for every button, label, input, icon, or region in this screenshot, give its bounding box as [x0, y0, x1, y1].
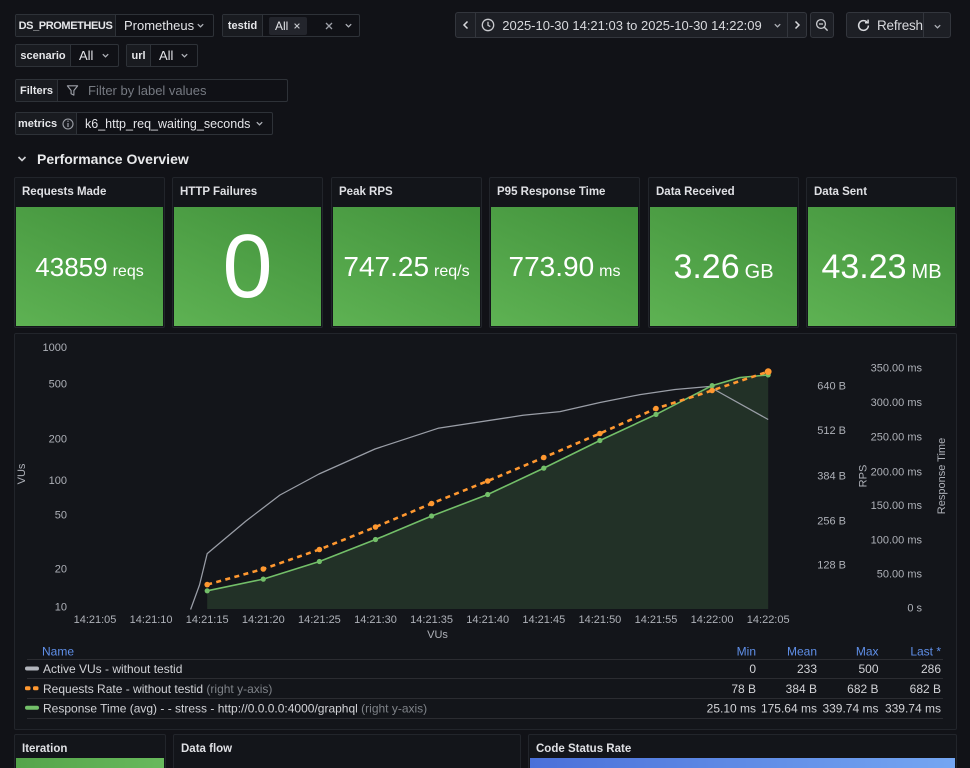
- svg-text:100: 100: [49, 475, 67, 487]
- svg-text:100.00 ms: 100.00 ms: [871, 535, 923, 547]
- svg-text:VUs: VUs: [16, 463, 28, 484]
- svg-text:10: 10: [55, 602, 67, 614]
- svg-text:250.00 ms: 250.00 ms: [871, 432, 923, 444]
- svg-text:500: 500: [858, 662, 878, 676]
- svg-text:0: 0: [749, 662, 756, 676]
- svg-text:1000: 1000: [43, 342, 67, 354]
- svg-text:Requests Rate - without testid: Requests Rate - without testid (right y-…: [43, 682, 272, 696]
- svg-text:339.74 ms: 339.74 ms: [885, 701, 941, 715]
- svg-text:384 B: 384 B: [786, 682, 817, 696]
- svg-text:14:21:40: 14:21:40: [466, 614, 509, 626]
- svg-text:20: 20: [55, 563, 67, 575]
- svg-text:175.64 ms: 175.64 ms: [761, 701, 817, 715]
- svg-text:682 B: 682 B: [910, 682, 941, 696]
- svg-text:Min: Min: [737, 644, 756, 658]
- svg-text:VUs: VUs: [427, 629, 448, 641]
- svg-text:14:21:20: 14:21:20: [242, 614, 285, 626]
- svg-text:233: 233: [797, 662, 817, 676]
- svg-text:286: 286: [921, 662, 941, 676]
- svg-text:682 B: 682 B: [847, 682, 878, 696]
- svg-text:Name: Name: [42, 644, 74, 658]
- svg-text:150.00 ms: 150.00 ms: [871, 500, 923, 512]
- svg-text:128 B: 128 B: [817, 560, 846, 572]
- svg-text:14:21:55: 14:21:55: [635, 614, 678, 626]
- svg-text:14:22:00: 14:22:00: [691, 614, 734, 626]
- svg-text:350.00 ms: 350.00 ms: [871, 363, 923, 375]
- svg-text:512 B: 512 B: [817, 425, 846, 437]
- svg-text:14:21:05: 14:21:05: [74, 614, 117, 626]
- svg-text:14:22:05: 14:22:05: [747, 614, 790, 626]
- svg-text:14:21:45: 14:21:45: [522, 614, 565, 626]
- svg-text:Response Time (avg) - - stress: Response Time (avg) - - stress - http://…: [43, 701, 427, 715]
- svg-text:14:21:25: 14:21:25: [298, 614, 341, 626]
- svg-text:14:21:30: 14:21:30: [354, 614, 397, 626]
- svg-text:339.74 ms: 339.74 ms: [822, 701, 878, 715]
- svg-text:14:21:50: 14:21:50: [578, 614, 621, 626]
- svg-text:Mean: Mean: [787, 644, 817, 658]
- svg-text:50.00 ms: 50.00 ms: [877, 568, 923, 580]
- svg-text:14:21:15: 14:21:15: [186, 614, 229, 626]
- svg-text:256 B: 256 B: [817, 515, 846, 527]
- svg-text:RPS: RPS: [858, 465, 870, 488]
- svg-text:78 B: 78 B: [731, 682, 756, 696]
- svg-text:Active VUs - without testid: Active VUs - without testid: [43, 662, 182, 676]
- svg-text:0 s: 0 s: [907, 602, 922, 614]
- svg-text:14:21:35: 14:21:35: [410, 614, 453, 626]
- svg-text:25.10 ms: 25.10 ms: [707, 701, 756, 715]
- svg-text:200.00 ms: 200.00 ms: [871, 467, 923, 479]
- svg-text:14:21:10: 14:21:10: [130, 614, 173, 626]
- svg-text:50: 50: [55, 510, 67, 522]
- svg-text:500: 500: [49, 379, 67, 391]
- svg-text:200: 200: [49, 434, 67, 446]
- svg-text:640 B: 640 B: [817, 381, 846, 393]
- svg-text:Last *: Last *: [910, 644, 941, 658]
- svg-text:Max: Max: [856, 644, 879, 658]
- svg-text:300.00 ms: 300.00 ms: [871, 397, 923, 409]
- svg-text:Response Time: Response Time: [936, 438, 948, 514]
- svg-text:384 B: 384 B: [817, 471, 846, 483]
